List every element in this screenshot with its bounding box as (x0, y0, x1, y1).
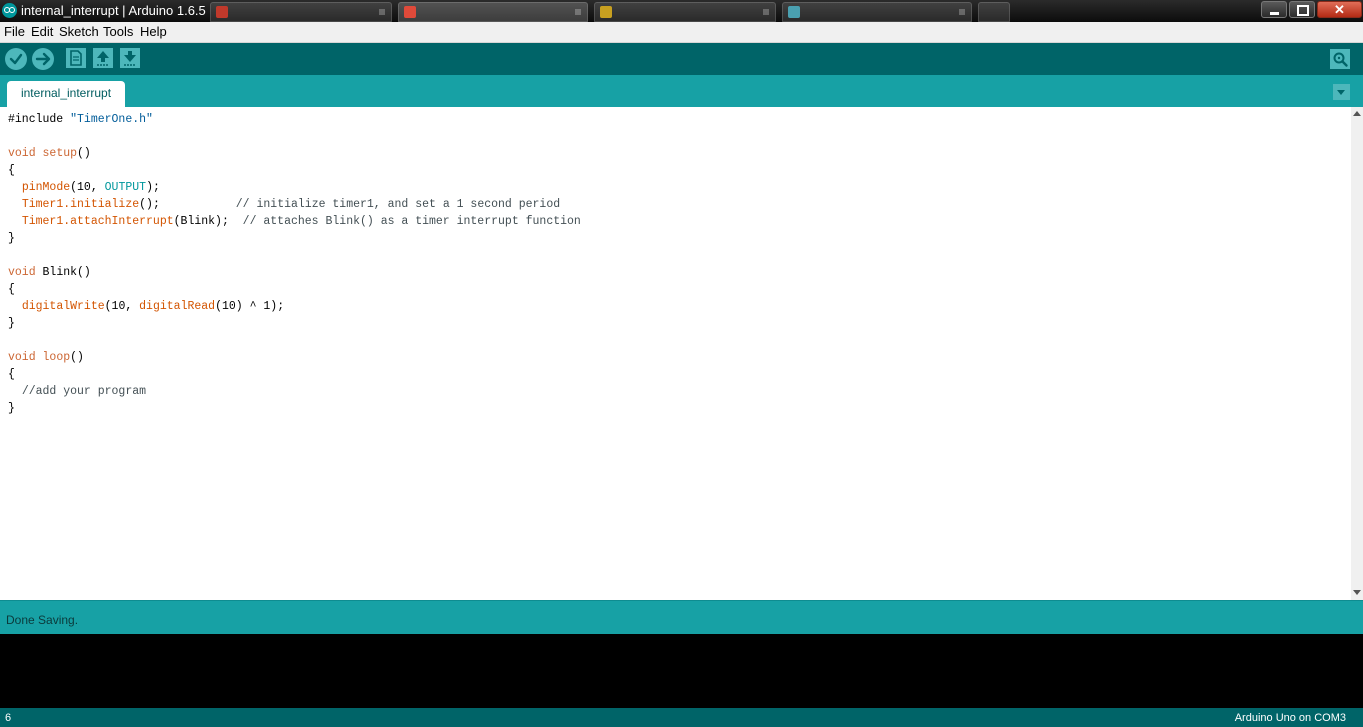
background-browser-tab[interactable] (398, 2, 588, 22)
menu-tools[interactable]: Tools (103, 24, 133, 39)
menu-edit[interactable]: Edit (31, 24, 53, 39)
code-function-digitalread: digitalRead (139, 300, 216, 313)
code-constant-output: OUTPUT (104, 181, 147, 194)
code-keyword-void: void (8, 147, 36, 160)
code-line: void Blink() (8, 264, 581, 281)
maximize-button[interactable] (1289, 1, 1315, 18)
code-function-loop: loop (42, 351, 71, 364)
code-function-timer-attach: Timer1.attachInterrupt (21, 215, 174, 228)
serial-monitor-button[interactable] (1330, 49, 1350, 69)
code-parens: () (77, 266, 91, 279)
toolbar (0, 43, 1363, 75)
code-line: } (8, 315, 581, 332)
scroll-down-icon[interactable] (1353, 590, 1361, 595)
code-line: { (8, 162, 581, 179)
tab-internal-interrupt[interactable]: internal_interrupt (7, 81, 125, 107)
code-args: (10, (70, 181, 105, 194)
code-args: (); (139, 198, 160, 211)
code-line: } (8, 230, 581, 247)
background-browser-tab[interactable] (210, 2, 392, 22)
console-output[interactable] (0, 634, 1363, 708)
menu-file[interactable]: File (4, 24, 25, 39)
code-function-pinmode: pinMode (21, 181, 71, 194)
background-browser-tab[interactable] (978, 2, 1010, 22)
code-brace: } (8, 317, 15, 330)
close-window-button[interactable]: ✕ (1317, 1, 1362, 18)
code-brace: { (8, 164, 15, 177)
code-line: void setup() (8, 145, 581, 162)
code-keyword-void: void (8, 266, 36, 279)
menu-bar: File Edit Sketch Tools Help (0, 22, 1363, 43)
tab-strip: internal_interrupt (0, 75, 1363, 107)
code-line: //add your program (8, 383, 581, 400)
code-args: (10, (104, 300, 140, 313)
code-line: { (8, 366, 581, 383)
close-icon: ✕ (1334, 2, 1345, 17)
arduino-logo-icon (2, 3, 17, 18)
menu-help[interactable]: Help (140, 24, 167, 39)
status-bar: Done Saving. (0, 600, 1363, 634)
tab-menu-button[interactable] (1333, 84, 1350, 100)
code-include-directive: #include (8, 113, 64, 126)
editor-scrollbar[interactable] (1351, 107, 1363, 600)
scroll-up-icon[interactable] (1353, 111, 1361, 116)
arrow-right-icon (35, 52, 51, 66)
code-function-setup: setup (42, 147, 78, 160)
code-line: #include "TimerOne.h" (8, 111, 581, 128)
code-function-blink: Blink (42, 266, 78, 279)
source-code: #include "TimerOne.h" void setup(){ pinM… (8, 111, 581, 417)
code-function-timer-initialize: Timer1.initialize (21, 198, 140, 211)
window-title-bar: internal_interrupt | Arduino 1.6.5 ✕ (0, 0, 1363, 22)
new-sketch-button[interactable] (66, 48, 86, 68)
code-line: pinMode(10, OUTPUT); (8, 179, 581, 196)
minimize-button[interactable] (1261, 1, 1287, 18)
background-browser-tab[interactable] (594, 2, 776, 22)
status-message: Done Saving. (6, 613, 79, 627)
code-line: Timer1.initialize(); // initialize timer… (8, 196, 581, 213)
magnifier-icon (1333, 52, 1348, 67)
code-brace: { (8, 283, 15, 296)
code-args: ); (146, 181, 160, 194)
code-comment: // attaches Blink() as a timer interrupt… (242, 215, 581, 228)
code-parens: () (77, 147, 91, 160)
board-port-info: Arduino Uno on COM3 (1234, 712, 1346, 724)
line-number: 6 (5, 712, 12, 724)
open-sketch-button[interactable] (93, 48, 113, 68)
code-line: digitalWrite(10, digitalRead(10) ^ 1); (8, 298, 581, 315)
code-editor[interactable]: #include "TimerOne.h" void setup(){ pinM… (0, 107, 1351, 600)
menu-sketch[interactable]: Sketch (59, 24, 99, 39)
background-browser-tab[interactable] (782, 2, 972, 22)
code-function-digitalwrite: digitalWrite (21, 300, 105, 313)
code-args: (10) ^ 1); (215, 300, 285, 313)
code-brace: } (8, 402, 15, 415)
verify-button[interactable] (5, 48, 27, 70)
arrow-down-icon (124, 51, 136, 66)
save-sketch-button[interactable] (120, 48, 140, 68)
footer-bar: 6 Arduino Uno on COM3 (0, 708, 1363, 727)
checkmark-icon (9, 53, 23, 65)
code-line: { (8, 281, 581, 298)
code-brace: } (8, 232, 15, 245)
code-line: Timer1.attachInterrupt(Blink); // attach… (8, 213, 581, 230)
code-brace: { (8, 368, 15, 381)
code-args: (Blink); (173, 215, 229, 228)
window-title: internal_interrupt | Arduino 1.6.5 (21, 3, 206, 18)
code-parens: () (70, 351, 84, 364)
code-line: } (8, 400, 581, 417)
code-line: void loop() (8, 349, 581, 366)
code-include-file: "TimerOne.h" (70, 113, 153, 126)
code-comment: //add your program (21, 385, 147, 398)
arrow-up-icon (97, 51, 109, 66)
code-comment: // initialize timer1, and set a 1 second… (235, 198, 561, 211)
document-icon (70, 50, 82, 66)
code-keyword-void: void (8, 351, 36, 364)
upload-button[interactable] (32, 48, 54, 70)
